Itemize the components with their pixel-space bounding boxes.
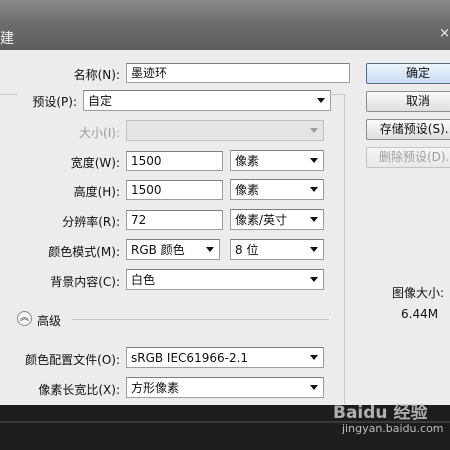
- background-value: 白色: [131, 273, 156, 287]
- advanced-divider: [72, 319, 329, 320]
- width-unit-value: 像素: [235, 154, 260, 168]
- color-profile-select[interactable]: sRGB IEC61966-2.1: [126, 347, 324, 368]
- color-mode-select[interactable]: RGB 颜色: [126, 239, 220, 260]
- name-label: 名称(N):: [73, 68, 120, 82]
- width-input[interactable]: 1500: [126, 151, 223, 171]
- size-select[interactable]: [126, 120, 324, 141]
- height-label: 高度(H):: [73, 185, 120, 199]
- width-unit-select[interactable]: 像素: [230, 150, 324, 171]
- window-title: 建: [0, 31, 14, 47]
- bit-depth-value: 8 位: [235, 243, 259, 257]
- resolution-label: 分辨率(R):: [62, 215, 120, 229]
- color-mode-label: 颜色模式(M):: [48, 245, 120, 259]
- name-input[interactable]: 墨迹环: [126, 63, 350, 83]
- height-unit-value: 像素: [235, 183, 260, 197]
- resolution-input[interactable]: 72: [126, 210, 223, 230]
- pixel-aspect-select[interactable]: 方形像素: [126, 377, 324, 398]
- preset-group-line-right: [330, 94, 345, 95]
- preset-label: 预设(P):: [32, 95, 77, 109]
- height-input[interactable]: 1500: [126, 180, 223, 200]
- save-preset-button[interactable]: 存储预设(S)...: [366, 119, 450, 140]
- delete-preset-button[interactable]: 删除预设(D)...: [366, 147, 450, 168]
- collapse-advanced-icon[interactable]: ︽: [17, 311, 32, 326]
- width-label: 宽度(W):: [70, 156, 120, 170]
- advanced-label[interactable]: 高级: [37, 312, 61, 329]
- preset-value: 自定: [88, 94, 113, 108]
- chevron-down-icon: [310, 277, 318, 282]
- group-border-right: [344, 94, 345, 404]
- background-select[interactable]: 白色: [126, 269, 324, 290]
- chevron-down-icon: [310, 247, 318, 252]
- chevron-down-icon: [310, 128, 318, 133]
- pixel-aspect-label: 像素长宽比(X):: [38, 383, 120, 397]
- cancel-button[interactable]: 取消: [366, 91, 450, 112]
- chevron-down-icon: [317, 98, 325, 103]
- chevron-down-icon: [310, 385, 318, 390]
- pixel-aspect-value: 方形像素: [131, 381, 180, 395]
- image-size-label: 图像大小:: [392, 286, 445, 300]
- watermark-url: jingyan.baidu.com: [342, 422, 444, 435]
- title-bar: 建 ×: [0, 0, 450, 51]
- size-label: 大小(I):: [79, 126, 120, 140]
- chevron-down-icon: [206, 247, 214, 252]
- color-mode-value: RGB 颜色: [131, 243, 185, 257]
- close-icon[interactable]: ×: [436, 26, 450, 42]
- preset-select[interactable]: 自定: [83, 90, 331, 111]
- watermark-logo: Baidu 经验: [333, 403, 428, 423]
- height-unit-select[interactable]: 像素: [230, 179, 324, 200]
- ok-button[interactable]: 确定: [366, 63, 450, 84]
- chevron-down-icon: [310, 158, 318, 163]
- bit-depth-select[interactable]: 8 位: [230, 239, 324, 260]
- chevron-down-icon: [310, 187, 318, 192]
- image-size-value: 6.44M: [401, 307, 439, 321]
- color-profile-label: 颜色配置文件(O):: [25, 353, 120, 367]
- chevron-down-icon: [310, 217, 318, 222]
- chevron-down-icon: [310, 355, 318, 360]
- background-label: 背景内容(C):: [50, 275, 120, 289]
- color-profile-value: sRGB IEC61966-2.1: [131, 351, 249, 365]
- resolution-unit-select[interactable]: 像素/英寸: [230, 209, 324, 230]
- preset-group-line-left: [0, 94, 18, 95]
- resolution-unit-value: 像素/英寸: [235, 213, 288, 227]
